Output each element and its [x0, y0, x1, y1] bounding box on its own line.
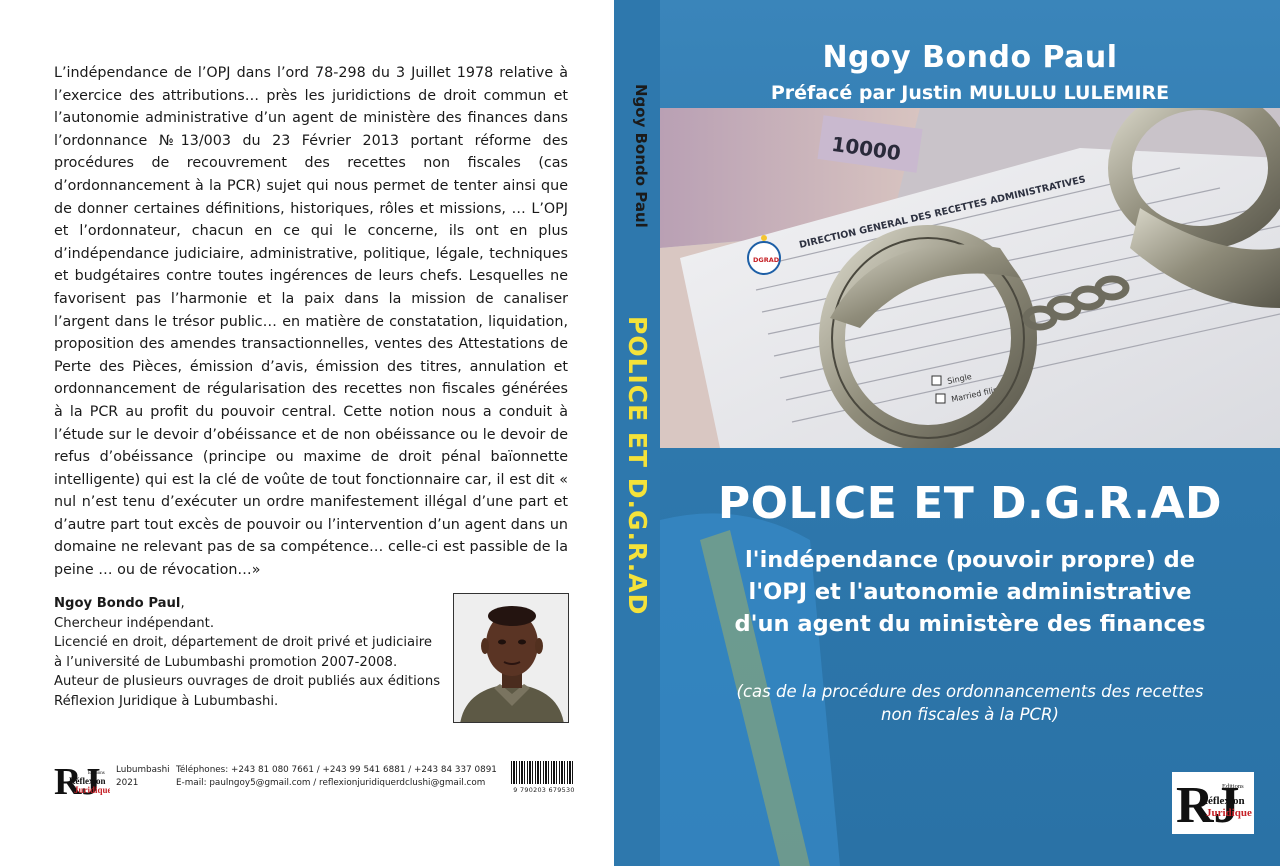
logo-large-label-juridique: Juridique — [1206, 807, 1252, 819]
front-preface: Préfacé par Justin MULULU LULEMIRE — [770, 82, 1170, 104]
book-spine: Ngoy Bondo Paul POLICE ET D.G.R.AD — [614, 0, 660, 866]
author-photo — [453, 593, 569, 723]
author-bio-education: Licencié en droit, département de droit … — [54, 635, 433, 670]
front-subtitle-line-3: d'un agent du ministère des finances — [734, 611, 1206, 637]
front-subtitle-line-1: l'indépendance (pouvoir propre) de — [744, 547, 1196, 573]
author-portrait-icon — [454, 594, 568, 722]
dgrad-badge: DGRAD — [753, 256, 780, 264]
footer-place-date: Lubumbashi 2021 — [116, 764, 176, 790]
front-note: (cas de la procédure des ordonnancements… — [670, 680, 1270, 726]
spine-title: POLICE ET D.G.R.AD — [623, 316, 652, 616]
footer-city: Lubumbashi — [116, 765, 170, 775]
publisher-logo: RJ Editions Réflexion Juridique — [1172, 772, 1254, 834]
front-author: Ngoy Bondo Paul — [822, 40, 1118, 75]
author-name: Ngoy Bondo Paul — [54, 596, 181, 611]
reflexion-juridique-logo-icon: RJ Editions Réflexion Juridique — [54, 761, 110, 802]
reflexion-juridique-logo-large-icon: RJ Editions Réflexion Juridique — [1176, 777, 1252, 834]
logo-label-juridique: Juridique — [74, 785, 110, 795]
back-cover: L’indépendance de l’OPJ dans l’ord 78-29… — [0, 0, 614, 866]
front-subtitle: l'indépendance (pouvoir propre) de l'OPJ… — [670, 544, 1270, 640]
footer-email: E-mail: paulngoy5@gmail.com / reflexionj… — [176, 778, 486, 788]
author-bio-publications: Auteur de plusieurs ouvrages de droit pu… — [54, 674, 441, 709]
front-subtitle-line-2: l'OPJ et l'autonomie administrative — [748, 579, 1192, 605]
barcode-number: 9 790203 679530 — [506, 784, 582, 796]
back-cover-footer: RJ Editions Réflexion Juridique Lubumbas… — [54, 760, 584, 810]
front-note-line-1: (cas de la procédure des ordonnancements… — [736, 682, 1204, 701]
logo-large-label-editions: Editions — [1222, 783, 1244, 790]
handcuffs-on-tax-form-icon: 10000 DIRECTION GENERAL DES RECETTES ADM… — [660, 108, 1280, 448]
front-cover: Ngoy Bondo Paul Préfacé par Justin MULUL… — [660, 0, 1280, 866]
front-note-line-2: non fiscales à la PCR) — [881, 705, 1059, 724]
author-name-comma: , — [180, 596, 185, 611]
author-role: Chercheur indépendant. — [54, 615, 215, 631]
cover-photo: 10000 DIRECTION GENERAL DES RECETTES ADM… — [660, 108, 1280, 448]
footer-contact: Téléphones: +243 81 080 7661 / +243 99 5… — [176, 764, 506, 790]
footer-phones: Téléphones: +243 81 080 7661 / +243 99 5… — [176, 765, 497, 775]
spine-author: Ngoy Bondo Paul — [632, 84, 650, 228]
logo-large-label-reflexion: Réflexion — [1200, 795, 1245, 807]
footer-year: 2021 — [116, 778, 139, 788]
front-title: POLICE ET D.G.R.AD — [717, 478, 1223, 529]
back-cover-summary: L’indépendance de l’OPJ dans l’ord 78-29… — [54, 65, 568, 579]
author-bio-block: Ngoy Bondo Paul, Chercheur indépendant. … — [54, 594, 444, 711]
